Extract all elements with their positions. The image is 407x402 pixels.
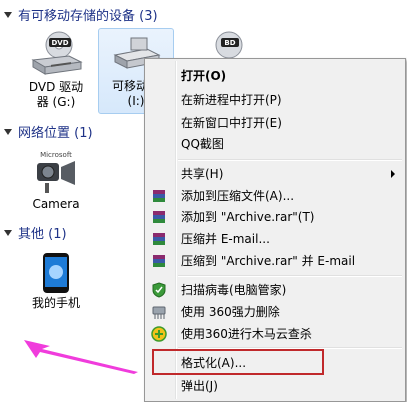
collapse-arrow-icon[interactable] — [4, 12, 12, 18]
phone-icon — [43, 253, 69, 293]
group-header-label: 有可移动存储的设备 (3) — [18, 8, 158, 24]
menu-item-open[interactable]: 打开(O) — [147, 65, 403, 86]
menu-item-scan-virus[interactable]: 扫描病毒(电脑管家) — [147, 279, 403, 300]
menu-item-trojan-scan-360[interactable]: 使用360进行木马云查杀 — [147, 323, 403, 344]
menu-item-qq-screenshot[interactable]: QQ截图 — [147, 133, 403, 154]
device-label: Camera — [32, 197, 80, 211]
collapse-arrow-icon[interactable] — [4, 129, 12, 135]
winrar-icon — [153, 190, 165, 202]
shredder-icon — [152, 306, 166, 319]
winrar-icon — [153, 255, 165, 267]
menu-separator — [178, 275, 402, 277]
menu-item-compress-email[interactable]: 压缩并 E-mail... — [147, 228, 403, 249]
pointer-arrow-icon — [24, 340, 138, 374]
menu-item-add-to-archive[interactable]: 添加到压缩文件(A)... — [147, 185, 403, 206]
dvd-drive-icon: DVD — [31, 31, 83, 75]
menu-separator — [178, 159, 402, 161]
submenu-arrow-icon — [391, 169, 395, 178]
menu-item-open-new-window[interactable]: 在新窗口中打开(E) — [147, 112, 403, 133]
menu-item-force-delete-360[interactable]: 使用 360强力删除 — [147, 301, 403, 322]
360-safe-icon — [151, 326, 167, 342]
menu-item-open-new-process[interactable]: 在新进程中打开(P) — [147, 89, 403, 110]
group-header-label: 网络位置 (1) — [18, 125, 93, 141]
device-label: 我的手机 — [31, 296, 80, 310]
svg-text:BD: BD — [224, 39, 235, 47]
collapse-arrow-icon[interactable] — [4, 230, 12, 236]
group-header-network[interactable]: 网络位置 (1) — [4, 121, 93, 141]
winrar-icon — [153, 211, 165, 223]
menu-item-share[interactable]: 共享(H) — [147, 163, 403, 184]
device-phone[interactable]: 我的手机 — [24, 248, 88, 314]
device-dvd-drive[interactable]: DVD DVD 驱动 器 (G:) — [24, 26, 88, 112]
menu-item-eject[interactable]: 弹出(J) — [147, 375, 403, 396]
menu-item-add-to-archive-rar[interactable]: 添加到 "Archive.rar"(T) — [147, 206, 403, 227]
group-header-other[interactable]: 其他 (1) — [4, 222, 67, 242]
camera-icon: Microsoft — [37, 151, 75, 193]
highlight-box — [152, 349, 324, 375]
group-header-label: 其他 (1) — [18, 226, 67, 242]
device-label: DVD 驱动 — [28, 80, 84, 94]
svg-text:Microsoft: Microsoft — [40, 151, 72, 159]
group-header-removable[interactable]: 有可移动存储的设备 (3) — [4, 4, 158, 24]
device-camera[interactable]: Microsoft Camera — [24, 145, 88, 215]
svg-text:DVD: DVD — [51, 39, 68, 47]
menu-item-compress-rar-email[interactable]: 压缩到 "Archive.rar" 并 E-mail — [147, 250, 403, 271]
shield-icon — [152, 282, 166, 298]
winrar-icon — [153, 233, 165, 245]
device-label: 器 (G:) — [36, 95, 76, 109]
